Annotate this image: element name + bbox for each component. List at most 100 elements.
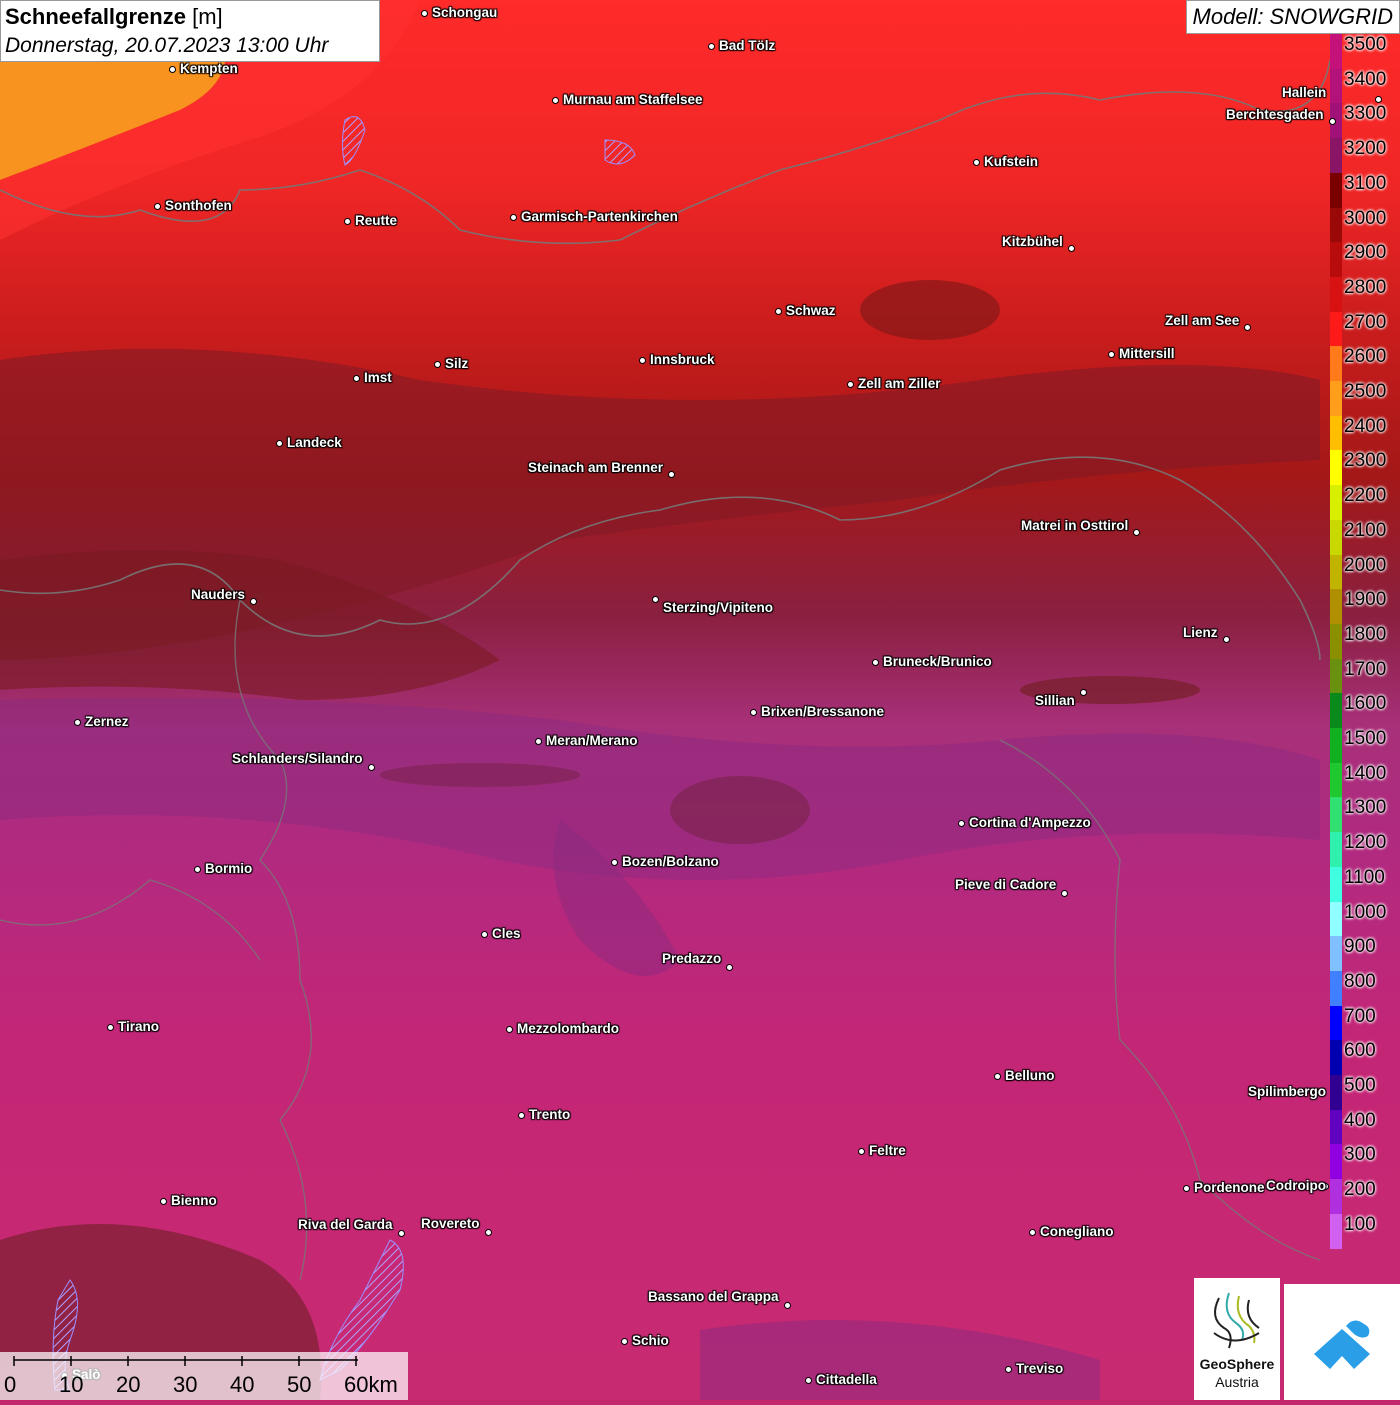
city-label: Matrei in Osttirol xyxy=(1021,518,1129,533)
legend-swatch xyxy=(1330,381,1342,417)
city-marker xyxy=(871,658,879,666)
legend-swatch xyxy=(1330,1075,1342,1111)
city-marker xyxy=(804,1376,812,1384)
model-label: Modell: SNOWGRID xyxy=(1185,0,1400,34)
legend-label: 800 xyxy=(1344,970,1376,992)
scale-label: 60km xyxy=(344,1372,398,1397)
city-label: Schwaz xyxy=(786,303,836,318)
legend-swatch xyxy=(1330,901,1342,937)
city-marker xyxy=(73,718,81,726)
legend-label: 900 xyxy=(1344,936,1376,958)
city-marker xyxy=(1374,95,1382,103)
city-marker xyxy=(534,737,542,745)
legend-label: 1400 xyxy=(1344,762,1387,784)
city-marker xyxy=(1060,889,1068,897)
city-label: Brixen/Bressanone xyxy=(761,704,885,719)
city-marker xyxy=(857,1147,865,1155)
scale-label: 30 xyxy=(173,1372,198,1397)
legend-label: 2100 xyxy=(1344,519,1387,541)
snowgrid-logo xyxy=(1284,1284,1400,1400)
legend-swatch xyxy=(1330,1179,1342,1215)
city-label: Zernez xyxy=(85,714,129,729)
city-label: Landeck xyxy=(287,435,342,450)
legend-swatch xyxy=(1330,172,1342,208)
scale-bar: 0 10 20 30 40 50 60km xyxy=(0,1352,408,1400)
city-marker xyxy=(168,65,176,73)
city-marker xyxy=(1222,635,1230,643)
city-label: Bad Tölz xyxy=(719,38,776,53)
legend-swatch xyxy=(1330,832,1342,868)
city-label: Mittersill xyxy=(1119,346,1175,361)
city-label: Sonthofen xyxy=(165,198,232,213)
city-label: Schlanders/Silandro xyxy=(232,751,363,766)
city-label: Conegliano xyxy=(1040,1224,1114,1239)
city-label: Riva del Garda xyxy=(298,1217,393,1232)
mountain-icon xyxy=(1314,1320,1370,1369)
legend-swatch xyxy=(1330,936,1342,972)
city-label: Bienno xyxy=(171,1193,217,1208)
city-label: Codroipo xyxy=(1266,1178,1326,1193)
city-label: Reutte xyxy=(355,213,398,228)
legend-label: 400 xyxy=(1344,1109,1376,1131)
city-marker xyxy=(249,597,257,605)
city-marker xyxy=(749,708,757,716)
legend-swatch xyxy=(1330,1213,1342,1249)
legend-swatch xyxy=(1330,1040,1342,1076)
color-legend: 3500 3400 3300 3200 3100 3000 2900 2800 2700 2600… xyxy=(1328,34,1400,1249)
city-marker xyxy=(420,9,428,17)
legend-label: 2300 xyxy=(1344,450,1387,472)
scale-label: 0 xyxy=(4,1372,17,1397)
city-marker xyxy=(480,930,488,938)
city-marker xyxy=(1004,1365,1012,1373)
title-unit: [m] xyxy=(192,4,223,29)
city-marker xyxy=(1182,1184,1190,1192)
legend-swatch xyxy=(1330,519,1342,555)
legend-label: 2700 xyxy=(1344,311,1387,333)
legend-label: 3300 xyxy=(1344,103,1387,125)
legend-label: 3000 xyxy=(1344,207,1387,229)
logo-line1: GeoSphere xyxy=(1199,1356,1275,1372)
legend-label: 1900 xyxy=(1344,589,1387,611)
title-box: Schneefallgrenze [m] Donnerstag, 20.07.2… xyxy=(0,0,380,62)
city-marker xyxy=(972,158,980,166)
city-label: Bozen/Bolzano xyxy=(622,854,719,869)
city-marker xyxy=(957,819,965,827)
city-label: Bruneck/Brunico xyxy=(883,654,992,669)
city-label: Schongau xyxy=(432,5,498,20)
city-label: Mezzolombardo xyxy=(517,1021,620,1036)
legend-swatch xyxy=(1330,138,1342,174)
legend-label: 2600 xyxy=(1344,346,1387,368)
legend-label: 2500 xyxy=(1344,381,1387,402)
city-marker xyxy=(638,356,646,364)
legend-label: 600 xyxy=(1344,1040,1376,1062)
city-label: Murnau am Staffelsee xyxy=(563,92,703,107)
scale-label: 50 xyxy=(287,1372,312,1397)
city-marker xyxy=(846,380,854,388)
city-marker xyxy=(1132,528,1140,536)
legend-swatch xyxy=(1330,311,1342,347)
city-label: Cles xyxy=(492,926,521,941)
legend-swatch xyxy=(1330,658,1342,694)
city-label: Cortina d'Ampezzo xyxy=(969,815,1091,830)
city-marker xyxy=(551,96,559,104)
legend-swatch xyxy=(1330,762,1342,798)
city-marker xyxy=(433,360,441,368)
legend-label: 2900 xyxy=(1344,242,1387,264)
legend-swatch xyxy=(1330,276,1342,313)
legend-label: 300 xyxy=(1344,1144,1376,1166)
legend-label: 1500 xyxy=(1344,728,1387,749)
legend-label: 1000 xyxy=(1344,901,1387,923)
legend-label: 700 xyxy=(1344,1005,1376,1027)
city-label: Belluno xyxy=(1005,1068,1055,1083)
city-label: Berchtesgaden xyxy=(1226,107,1324,122)
city-marker xyxy=(397,1229,405,1237)
legend-label: 3200 xyxy=(1344,138,1387,160)
city-marker xyxy=(343,217,351,225)
city-marker xyxy=(1107,350,1115,358)
city-marker xyxy=(1243,323,1251,331)
legend-swatch xyxy=(1330,34,1342,70)
legend-swatch xyxy=(1330,346,1342,382)
legend-label: 2200 xyxy=(1344,485,1387,507)
city-label: Kufstein xyxy=(984,154,1038,169)
legend-label: 3500 xyxy=(1344,34,1387,55)
